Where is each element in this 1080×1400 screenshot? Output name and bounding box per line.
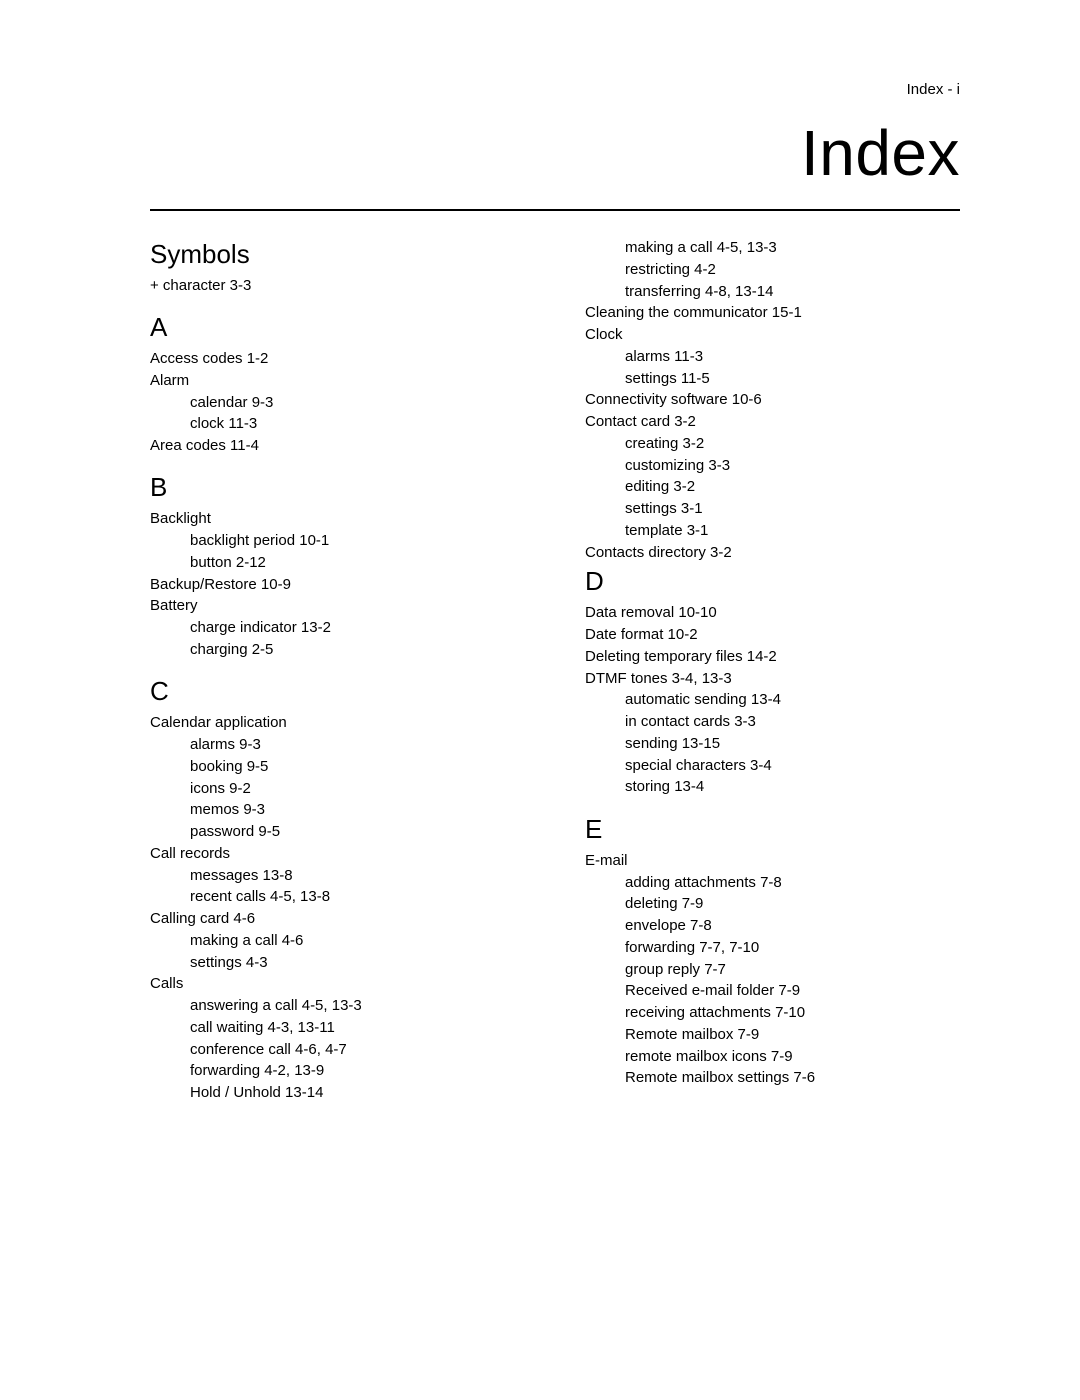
section-head: A	[150, 310, 525, 345]
index-subentry: sending 13-15	[585, 734, 960, 754]
page: Index - i Index Symbols+ character 3-3AA…	[0, 0, 1080, 1400]
index-entry: Calendar application	[150, 713, 525, 733]
index-subentry: forwarding 7-7, 7-10	[585, 938, 960, 958]
section-head: E	[585, 812, 960, 847]
section-head: Symbols	[150, 237, 525, 272]
index-subentry: booking 9-5	[150, 757, 525, 777]
index-subentry: special characters 3-4	[585, 756, 960, 776]
index-subentry: recent calls 4-5, 13-8	[150, 887, 525, 907]
index-entry: Backlight	[150, 509, 525, 529]
index-entry: Alarm	[150, 371, 525, 391]
index-subentry: editing 3-2	[585, 477, 960, 497]
index-entry: Call records	[150, 844, 525, 864]
index-subentry: envelope 7-8	[585, 916, 960, 936]
index-subentry: settings 3-1	[585, 499, 960, 519]
index-subentry: creating 3-2	[585, 434, 960, 454]
title-rule	[150, 209, 960, 211]
index-entry: Calls	[150, 974, 525, 994]
index-subentry: storing 13-4	[585, 777, 960, 797]
index-subentry: forwarding 4-2, 13-9	[150, 1061, 525, 1081]
section-head: B	[150, 470, 525, 505]
right-column: making a call 4-5, 13-3restricting 4-2tr…	[585, 237, 960, 1105]
index-subentry: answering a call 4-5, 13-3	[150, 996, 525, 1016]
index-entry: Deleting temporary files 14-2	[585, 647, 960, 667]
index-subentry: Remote mailbox 7-9	[585, 1025, 960, 1045]
index-subentry: messages 13-8	[150, 866, 525, 886]
index-subentry: alarms 11-3	[585, 347, 960, 367]
index-entry: + character 3-3	[150, 276, 525, 296]
index-subentry: call waiting 4-3, 13-11	[150, 1018, 525, 1038]
index-subentry: button 2-12	[150, 553, 525, 573]
section-head: C	[150, 674, 525, 709]
section-head: D	[585, 564, 960, 599]
index-entry: Connectivity software 10-6	[585, 390, 960, 410]
index-entry: Date format 10-2	[585, 625, 960, 645]
index-subentry: group reply 7-7	[585, 960, 960, 980]
index-subentry: password 9-5	[150, 822, 525, 842]
index-subentry: charging 2-5	[150, 640, 525, 660]
index-subentry: Hold / Unhold 13-14	[150, 1083, 525, 1103]
index-subentry: customizing 3-3	[585, 456, 960, 476]
index-entry: Backup/Restore 10-9	[150, 575, 525, 595]
index-subentry: Remote mailbox settings 7-6	[585, 1068, 960, 1088]
index-entry: Area codes 11-4	[150, 436, 525, 456]
index-subentry: receiving attachments 7-10	[585, 1003, 960, 1023]
index-subentry: in contact cards 3-3	[585, 712, 960, 732]
index-subentry: restricting 4-2	[585, 260, 960, 280]
index-entry: Clock	[585, 325, 960, 345]
page-title: Index	[150, 110, 960, 196]
index-subentry: remote mailbox icons 7-9	[585, 1047, 960, 1067]
index-entry: Contact card 3-2	[585, 412, 960, 432]
index-entry: E-mail	[585, 851, 960, 871]
index-subentry: clock 11-3	[150, 414, 525, 434]
index-subentry: automatic sending 13-4	[585, 690, 960, 710]
index-entry: Contacts directory 3-2	[585, 543, 960, 563]
index-entry: Battery	[150, 596, 525, 616]
index-subentry: transferring 4-8, 13-14	[585, 282, 960, 302]
index-entry: Access codes 1-2	[150, 349, 525, 369]
page-label: Index - i	[150, 80, 960, 100]
index-subentry: settings 11-5	[585, 369, 960, 389]
index-entry: Calling card 4-6	[150, 909, 525, 929]
index-subentry: icons 9-2	[150, 779, 525, 799]
index-subentry: adding attachments 7-8	[585, 873, 960, 893]
index-subentry: conference call 4-6, 4-7	[150, 1040, 525, 1060]
index-subentry: Received e-mail folder 7-9	[585, 981, 960, 1001]
index-subentry: settings 4-3	[150, 953, 525, 973]
index-entry: Cleaning the communicator 15-1	[585, 303, 960, 323]
index-subentry: making a call 4-5, 13-3	[585, 238, 960, 258]
index-subentry: calendar 9-3	[150, 393, 525, 413]
index-subentry: template 3-1	[585, 521, 960, 541]
index-subentry: alarms 9-3	[150, 735, 525, 755]
index-subentry: memos 9-3	[150, 800, 525, 820]
left-column: Symbols+ character 3-3AAccess codes 1-2A…	[150, 237, 525, 1105]
index-subentry: backlight period 10-1	[150, 531, 525, 551]
index-columns: Symbols+ character 3-3AAccess codes 1-2A…	[150, 237, 960, 1105]
index-entry: Data removal 10-10	[585, 603, 960, 623]
index-subentry: making a call 4-6	[150, 931, 525, 951]
index-subentry: deleting 7-9	[585, 894, 960, 914]
index-entry: DTMF tones 3-4, 13-3	[585, 669, 960, 689]
index-subentry: charge indicator 13-2	[150, 618, 525, 638]
